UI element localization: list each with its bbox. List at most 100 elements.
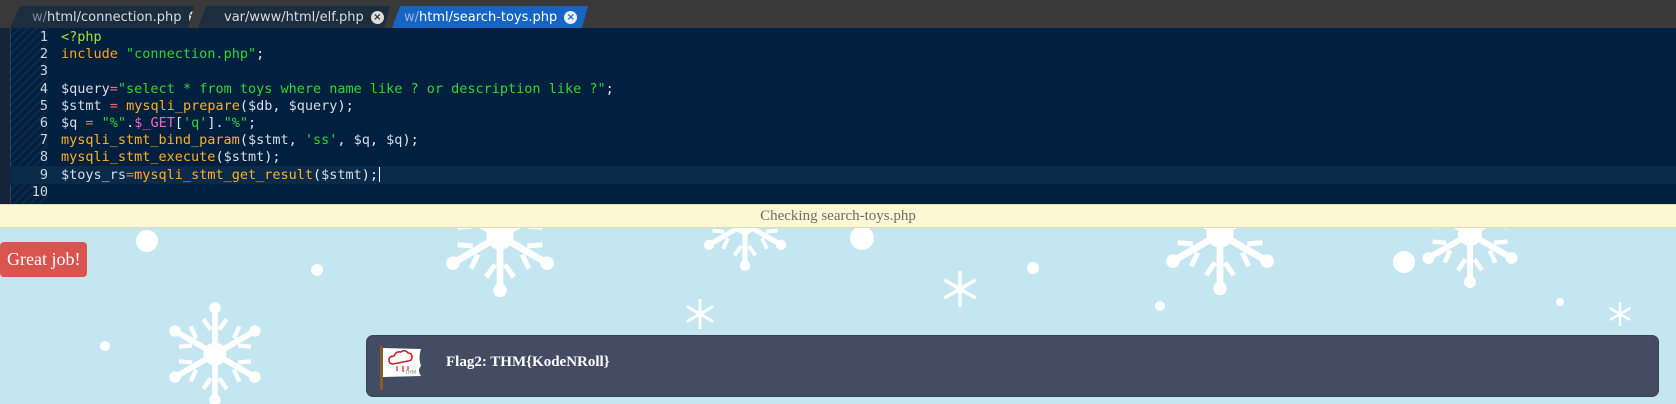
code-token: ); — [402, 132, 419, 149]
line-number: 1 — [39, 29, 48, 45]
text-cursor — [379, 167, 381, 183]
code-token: $query — [288, 97, 338, 114]
code-text: include "connection.php"; — [61, 45, 264, 63]
line-number: 10 — [31, 183, 48, 200]
code-token: , — [337, 132, 354, 149]
close-tab-icon[interactable]: × — [371, 11, 384, 24]
line-number: 8 — [39, 149, 48, 166]
code-line[interactable]: 5 $stmt = mysqli_prepare($db, $query); — [10, 97, 1676, 115]
code-token: mysqli_stmt_execute — [61, 149, 216, 166]
code-token: = — [85, 115, 94, 131]
tab-search-toys-php[interactable]: w/html/search-toys.php × — [392, 6, 588, 28]
code-text: $query="select * from toys where name li… — [61, 80, 614, 98]
code-line[interactable]: 7 mysqli_stmt_bind_param($stmt, 'ss', $q,… — [10, 131, 1676, 149]
snowflake-icon — [1609, 302, 1631, 326]
tab-label: html/search-toys.php — [419, 9, 558, 25]
code-token: ( — [239, 97, 248, 114]
snowflake-icon — [163, 302, 266, 404]
editor-tab-bar: w/html/connection.php × var/www/html/elf… — [0, 0, 1676, 28]
flag-card: THM Flag2: THM{KodeNRoll} — [366, 335, 1659, 397]
flag-text: Flag2: THM{KodeNRoll} — [446, 354, 610, 370]
svg-text:THM: THM — [404, 370, 416, 376]
line-number: 9 — [39, 166, 48, 183]
code-token: $query — [61, 80, 110, 97]
code-text: $stmt = mysqli_prepare($db, $query); — [61, 97, 354, 115]
code-token: $stmt — [223, 149, 265, 166]
line-number: 5 — [39, 97, 48, 114]
code-text: $q = "%".$_GET['q']."%"; — [61, 114, 256, 132]
code-line[interactable]: 9 $toys_rs=mysqli_stmt_get_result($stmt); — [10, 165, 1676, 184]
code-token: mysqli_stmt_bind_param — [61, 132, 240, 149]
code-token: $stmt — [321, 166, 362, 183]
code-token: ); — [264, 149, 281, 166]
code-token: $stmt — [247, 132, 289, 149]
code-token: $q — [353, 132, 370, 149]
close-tab-icon[interactable]: × — [189, 11, 197, 24]
code-token: ; — [256, 46, 265, 63]
code-editor: w/html/connection.php × var/www/html/elf… — [0, 0, 1676, 204]
tab-elf-php[interactable]: var/www/html/elf.php × — [198, 6, 390, 28]
code-line[interactable]: 6 $q = "%".$_GET['q']."%"; — [10, 114, 1676, 132]
status-bar: Checking search-toys.php — [0, 204, 1676, 228]
close-tab-icon[interactable]: × — [564, 11, 577, 24]
code-line[interactable]: 10 — [10, 183, 1676, 201]
great-job-badge: Great job! — [0, 242, 88, 277]
code-token: "%" — [223, 115, 249, 131]
code-token: , — [369, 132, 387, 149]
snowflake-icon — [686, 299, 714, 329]
code-line[interactable]: 8 mysqli_stmt_execute($stmt); — [10, 148, 1676, 166]
tab-label: html/connection.php — [47, 9, 182, 25]
code-token: ( — [239, 132, 248, 149]
code-token: = — [109, 80, 118, 97]
code-token: ); — [337, 97, 354, 114]
line-number: 3 — [39, 63, 48, 80]
code-token: mysqli_prepare — [126, 97, 240, 114]
code-token: 'q' — [182, 115, 208, 131]
code-token: $q — [61, 115, 86, 131]
code-line[interactable]: 1 <?php — [10, 28, 1676, 46]
code-token: ( — [312, 166, 322, 183]
line-number: 7 — [39, 132, 48, 149]
code-token: . — [126, 115, 135, 131]
code-token: $q — [386, 132, 403, 149]
code-token: mysqli_stmt_get_result — [134, 166, 313, 183]
code-token: "%" — [101, 115, 127, 131]
code-token: ]. — [207, 115, 224, 131]
line-number: 4 — [39, 80, 48, 97]
code-token: include — [61, 46, 127, 63]
code-token: = — [126, 166, 135, 183]
code-token: $_GET — [134, 115, 175, 131]
code-line[interactable]: 4 $query="select * from toys where name l… — [10, 80, 1676, 98]
code-token: "select * from toys where name like ? or… — [117, 80, 606, 97]
code-token: $db — [248, 97, 273, 114]
code-token: [ — [174, 115, 183, 131]
code-text: mysqli_stmt_execute($stmt); — [61, 148, 280, 166]
code-token: ( — [215, 149, 224, 166]
code-token: ; — [605, 80, 614, 97]
line-number: 6 — [39, 115, 48, 131]
browser-page: Checking search-toys.php Great job! THM … — [0, 204, 1676, 404]
code-token: , — [288, 132, 305, 149]
code-line[interactable]: 2 include "connection.php"; — [10, 45, 1676, 63]
code-text: $toys_rs=mysqli_stmt_get_result($stmt); — [61, 166, 381, 184]
code-token: $toys_rs — [61, 166, 127, 183]
line-number: 2 — [39, 46, 48, 63]
code-area[interactable]: 1 <?php 2 include "connection.php"; 3 4 $query… — [0, 28, 1676, 204]
code-token: 'ss' — [304, 132, 338, 149]
code-token: <?php — [61, 29, 102, 45]
snowflake-icon — [943, 271, 977, 307]
code-token: , — [272, 97, 289, 114]
code-token: "connection.php" — [126, 46, 257, 63]
code-text: mysqli_stmt_bind_param($stmt, 'ss', $q, … — [61, 131, 419, 149]
code-token: ; — [248, 115, 257, 131]
code-token: ); — [361, 166, 379, 183]
code-text: <?php — [61, 28, 102, 46]
tab-connection-php[interactable]: w/html/connection.php × — [10, 6, 194, 28]
code-token: $stmt — [61, 97, 110, 114]
flag-icon: THM — [380, 346, 421, 390]
tab-label: var/www/html/elf.php — [224, 9, 364, 25]
code-token: = — [109, 97, 118, 114]
code-line[interactable]: 3 — [10, 62, 1676, 80]
